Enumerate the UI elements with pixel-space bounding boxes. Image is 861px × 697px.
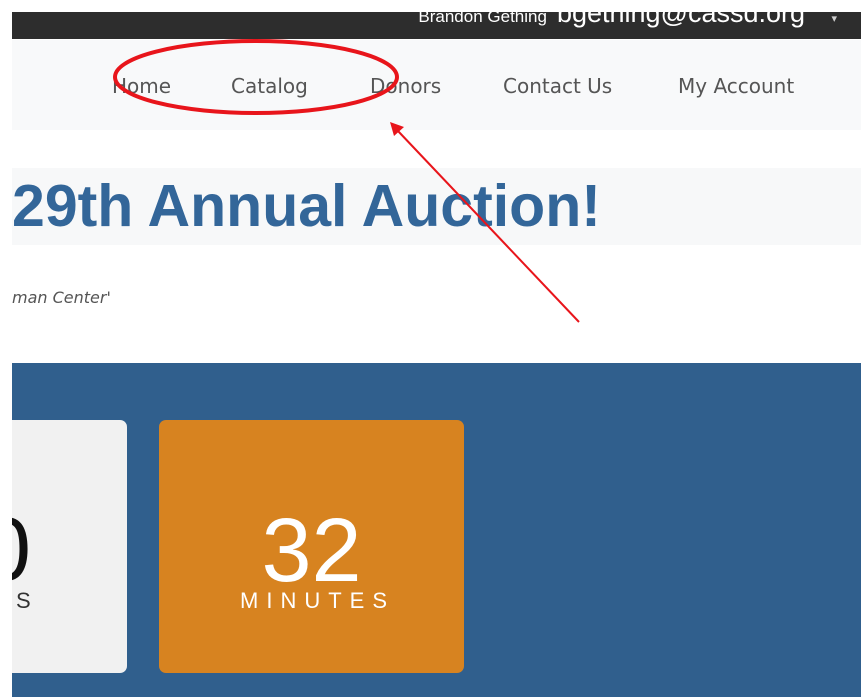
page-title: 29th Annual Auction! — [12, 173, 601, 239]
top-user-bar: Brandon Gething bgething@cassd.org ▾ — [12, 12, 861, 39]
user-email: bgething@cassd.org — [556, 12, 805, 28]
countdown-card-minutes: 32 MINUTES — [159, 420, 464, 673]
countdown-unit: MINUTES — [240, 588, 395, 613]
countdown-card-seconds: 0 S — [12, 420, 127, 673]
countdown-value: 0 — [12, 505, 31, 595]
main-navbar: Home Catalog Donors Contact Us My Accoun… — [12, 40, 861, 130]
page-subtitle: man Center' — [12, 288, 111, 307]
user-name: Brandon Gething — [418, 12, 547, 26]
caret-down-icon[interactable]: ▾ — [831, 12, 837, 25]
countdown-value: 32 — [261, 501, 362, 601]
nav-my-account[interactable]: My Account — [678, 74, 794, 98]
nav-donors[interactable]: Donors — [370, 74, 441, 98]
countdown-unit: S — [16, 588, 39, 613]
countdown-band: 0 S 32 MINUTES — [12, 363, 861, 697]
user-menu[interactable]: Brandon Gething bgething@cassd.org — [418, 12, 805, 29]
nav-catalog[interactable]: Catalog — [231, 74, 308, 98]
nav-contact-us[interactable]: Contact Us — [503, 74, 612, 98]
nav-home[interactable]: Home — [112, 74, 171, 98]
